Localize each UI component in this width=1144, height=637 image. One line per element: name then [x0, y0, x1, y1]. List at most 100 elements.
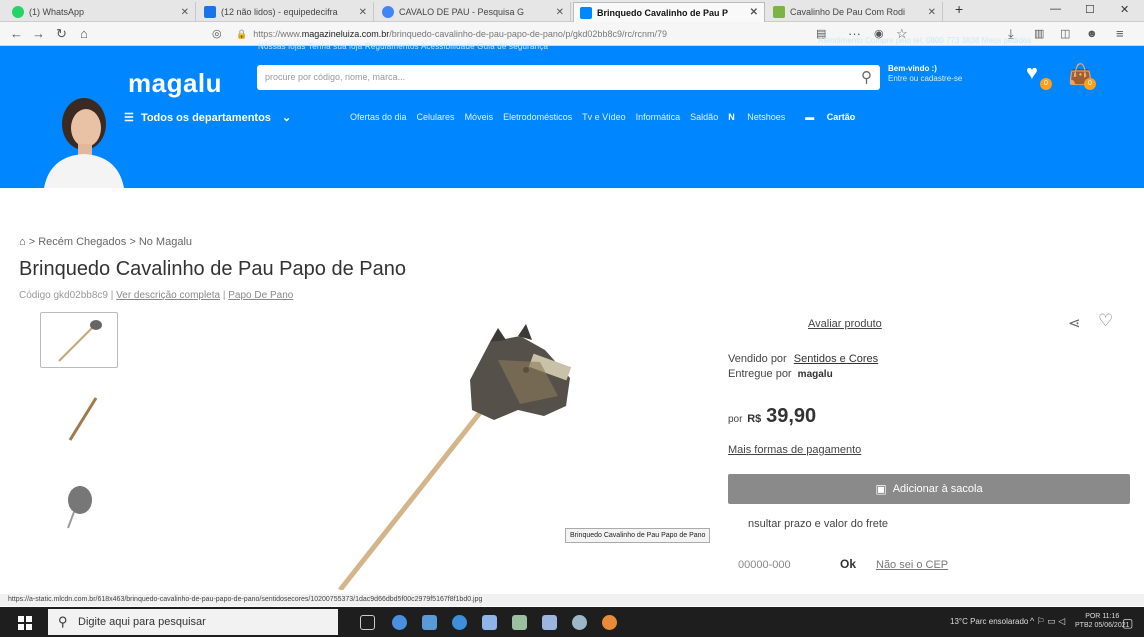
add-to-bag-button[interactable]: ▣ Adicionar à sacola	[728, 474, 1130, 504]
menu-hamburger-icon[interactable]: ≡	[1116, 26, 1124, 42]
share-icon[interactable]: ⋖	[1068, 314, 1081, 332]
category-celulares[interactable]: Celulares	[417, 112, 455, 122]
image-tooltip: Brinquedo Cavalinho de Pau Papo de Pano	[565, 528, 711, 543]
lang-variant: PTB2	[1075, 622, 1093, 629]
notifications-icon[interactable]: ▢	[1122, 616, 1133, 630]
window-close-icon[interactable]: ✕	[1120, 3, 1129, 16]
favorites-count-badge: 0	[1040, 78, 1052, 90]
category-netshoes[interactable]: N Netshoes	[728, 112, 795, 122]
login-greeting[interactable]: Bem-vindo :) Entre ou cadastre-se	[888, 64, 962, 84]
header-top-right-links[interactable]: Atendimento Compre pelo tel: 0800 773 38…	[818, 36, 1031, 45]
category-tv-video[interactable]: Tv e Vídeo	[582, 112, 626, 122]
all-departments-menu[interactable]: ☰ Todos os departamentos ⌄	[124, 111, 291, 124]
task-view-icon[interactable]	[360, 615, 375, 630]
category-moveis[interactable]: Móveis	[465, 112, 494, 122]
tab-label: (12 não lidos) - equipedecifra	[221, 7, 338, 17]
close-icon[interactable]: ✕	[750, 7, 758, 18]
tab-google-search[interactable]: CAVALO DE PAU - Pesquisa G ✕	[376, 2, 571, 22]
horse-stick-thumb-image	[58, 320, 102, 362]
rate-product-link[interactable]: Avaliar produto	[808, 318, 882, 330]
url-domain: magazineluiza.com.br	[301, 29, 390, 39]
lock-icon: 🔒	[236, 28, 248, 39]
status-bar-url: https://a-static.mlcdn.com.br/618x463/br…	[0, 594, 1144, 606]
tab-magalu-product[interactable]: Brinquedo Cavalinho de Pau P ✕	[573, 2, 765, 22]
all-departments-label: Todos os departamentos	[140, 112, 271, 124]
header-top-links[interactable]: Nossas lojas Tenha sua loja Regulamentos…	[258, 42, 548, 51]
close-icon[interactable]: ✕	[359, 7, 367, 18]
add-to-bag-label: Adicionar à sacola	[892, 483, 983, 495]
full-description-link[interactable]: Ver descrição completa	[116, 290, 220, 301]
chevron-down-icon: ⌄	[281, 112, 292, 124]
back-icon[interactable]: ←	[10, 26, 23, 42]
breadcrumb-item[interactable]: Recém Chegados	[38, 236, 126, 248]
product-title: Brinquedo Cavalinho de Pau Papo de Pano	[19, 258, 406, 280]
seller-link[interactable]: Sentidos e Cores	[794, 353, 878, 365]
windows-start-icon[interactable]	[18, 616, 32, 630]
cart-count-badge: 0	[1084, 78, 1096, 90]
store-icon[interactable]	[482, 615, 497, 630]
taskbar-search-input[interactable]: ⚲ Digite aqui para pesquisar	[48, 609, 338, 635]
excel-icon[interactable]	[512, 615, 527, 630]
horse-head-thumb-image	[67, 486, 92, 529]
favorite-heart-icon[interactable]: ♡	[1098, 311, 1113, 331]
lang-code: POR	[1085, 613, 1101, 620]
tab-cavalinho-rodinha[interactable]: Cavalinho De Pau Com Rodi ✕	[767, 2, 943, 22]
cep-ok-button[interactable]: Ok	[840, 557, 856, 571]
brand-link[interactable]: Papo De Pano	[228, 290, 293, 301]
home-icon[interactable]: ⌂	[19, 236, 26, 248]
taskbar-search-placeholder: Digite aqui para pesquisar	[78, 616, 206, 628]
price-value: 39,90	[766, 405, 817, 427]
search-input[interactable]: procure por código, nome, marca... ⚲	[257, 65, 880, 90]
category-cartao[interactable]: ▬ Cartão	[805, 112, 865, 122]
word-icon[interactable]	[542, 615, 557, 630]
search-icon[interactable]: ⚲	[861, 68, 872, 86]
category-informatica[interactable]: Informática	[636, 112, 681, 122]
cep-input[interactable]: 00000-000	[738, 559, 791, 571]
product-thumbnail[interactable]	[40, 476, 118, 532]
mail-icon[interactable]	[422, 615, 437, 630]
close-icon[interactable]: ✕	[556, 7, 564, 18]
magalu-favicon-icon	[580, 6, 592, 19]
stick-thumb-image	[68, 397, 98, 441]
weather-widget[interactable]: 13°C Parc ensolarado	[950, 617, 1028, 626]
sold-by-label: Vendido por	[728, 353, 787, 365]
delivered-by-logo: magalu	[797, 369, 833, 380]
magalu-logo[interactable]: magalu	[128, 68, 222, 99]
forward-icon[interactable]: →	[32, 26, 45, 42]
product-main-image[interactable]	[330, 300, 620, 590]
minimize-icon[interactable]: —	[1050, 3, 1061, 15]
category-nav: Ofertas do dia Celulares Móveis Eletrodo…	[350, 112, 875, 122]
firefox-icon[interactable]	[602, 615, 617, 630]
product-thumbnail[interactable]	[40, 390, 118, 446]
category-eletrodomesticos[interactable]: Eletrodomésticos	[503, 112, 572, 122]
favorites-heart-icon[interactable]: ♥	[1026, 62, 1038, 85]
category-saldao[interactable]: Saldão	[690, 112, 718, 122]
tab-whatsapp[interactable]: (1) WhatsApp ✕	[6, 2, 196, 22]
close-icon[interactable]: ✕	[181, 7, 189, 18]
home-icon[interactable]: ⌂	[80, 26, 88, 42]
edge-icon[interactable]	[452, 615, 467, 630]
unknown-cep-link[interactable]: Não sei o CEP	[876, 559, 948, 571]
new-tab-button[interactable]: +	[955, 1, 963, 17]
close-icon[interactable]: ✕	[928, 7, 936, 18]
category-ofertas[interactable]: Ofertas do dia	[350, 112, 407, 122]
reload-icon[interactable]: ↻	[56, 26, 67, 42]
shopping-bag-icon: ▣	[875, 482, 887, 496]
shield-icon[interactable]: ◎	[212, 26, 222, 42]
tab-email[interactable]: (12 não lidos) - equipedecifra ✕	[198, 2, 374, 22]
url-path: /brinquedo-cavalinho-de-pau-papo-de-pano…	[389, 29, 667, 39]
chrome-icon[interactable]	[392, 615, 407, 630]
product-thumbnail[interactable]	[40, 312, 118, 368]
system-tray-icons[interactable]: ^ ⚐ ▭ ◁	[1030, 616, 1065, 627]
account-icon[interactable]: ☻	[1086, 26, 1098, 42]
greeting-text: Bem-vindo :)	[888, 64, 937, 73]
clock-time: 11:16	[1102, 613, 1120, 620]
payment-options-link[interactable]: Mais formas de pagamento	[728, 444, 861, 456]
library-icon[interactable]: ▥	[1034, 26, 1044, 42]
chrome-alt-icon[interactable]	[572, 615, 587, 630]
url-bar[interactable]: 🔒 https://www. magazineluiza.com.br/brinq…	[236, 25, 806, 43]
sidebar-icon[interactable]: ◫	[1060, 26, 1070, 42]
breadcrumb-item[interactable]: No Magalu	[139, 236, 192, 248]
maximize-icon[interactable]: ☐	[1085, 3, 1095, 16]
shipping-consult-text: nsultar prazo e valor do frete	[748, 518, 889, 530]
